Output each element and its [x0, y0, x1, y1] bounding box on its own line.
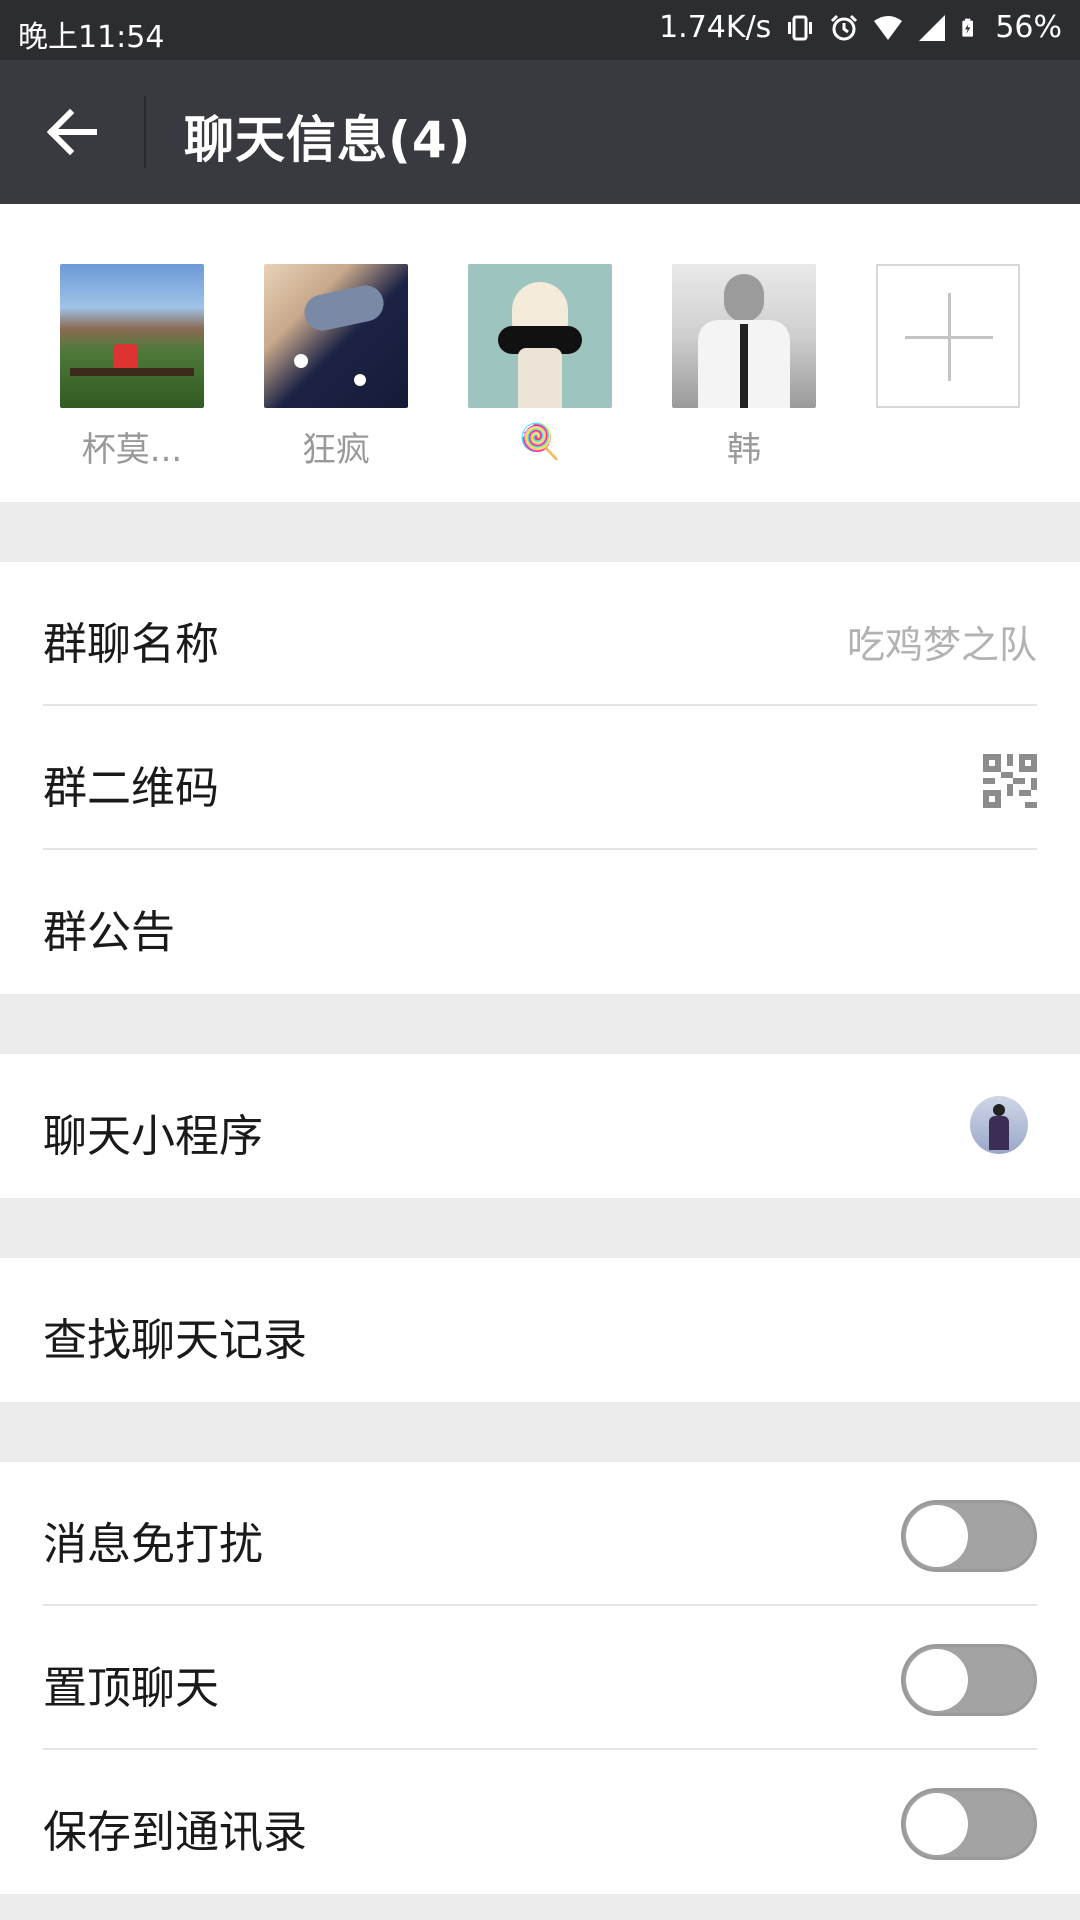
pin-toggle[interactable]: [901, 1644, 1037, 1716]
pin-row: 置顶聊天: [0, 1606, 1080, 1750]
member-item[interactable]: 韩: [672, 264, 816, 471]
toggle-section: 消息免打扰 置顶聊天 保存到通讯录: [0, 1462, 1080, 1894]
toggle-knob: [906, 1649, 968, 1711]
alarm-icon: [831, 14, 858, 40]
avatar: [60, 264, 204, 408]
mini-program-section: 聊天小程序: [0, 1054, 1080, 1198]
mini-program-avatar: [970, 1096, 1028, 1154]
mini-program-label: 聊天小程序: [43, 1111, 263, 1162]
group-name-label: 群聊名称: [43, 619, 219, 670]
search-section: 查找聊天记录: [0, 1258, 1080, 1402]
search-history-label: 查找聊天记录: [43, 1315, 307, 1366]
status-right: 1.74K/s 56%: [659, 10, 1062, 45]
avatar: [468, 264, 612, 408]
avatar: [672, 264, 816, 408]
toggle-knob: [906, 1793, 968, 1855]
member-item[interactable]: 狂疯: [264, 264, 408, 471]
member-name: 狂疯: [302, 430, 370, 470]
mute-label: 消息免打扰: [43, 1519, 263, 1570]
toggle-knob: [906, 1505, 968, 1567]
pin-label: 置顶聊天: [43, 1663, 219, 1714]
battery-percent: 56%: [995, 10, 1062, 45]
status-time: 晚上11:54: [18, 20, 165, 55]
group-qr-row[interactable]: 群二维码: [0, 706, 1080, 850]
status-bar: 晚上11:54 1.74K/s 56%: [0, 0, 1080, 60]
avatar: [264, 264, 408, 408]
save-contacts-row: 保存到通讯录: [0, 1750, 1080, 1894]
header-divider: [144, 96, 146, 168]
add-member-button[interactable]: [876, 264, 1020, 408]
group-name-row[interactable]: 群聊名称 吃鸡梦之队: [0, 562, 1080, 706]
qr-code-icon: [983, 754, 1037, 808]
member-name: 杯莫...: [81, 430, 183, 470]
group-name-value: 吃鸡梦之队: [846, 623, 1037, 667]
member-item[interactable]: 杯莫...: [60, 264, 204, 471]
arrow-left-icon: [46, 108, 97, 156]
battery-icon: [962, 18, 974, 37]
member-item[interactable]: 🍭: [468, 264, 612, 462]
mute-row: 消息免打扰: [0, 1462, 1080, 1606]
group-notice-row[interactable]: 群公告: [0, 850, 1080, 994]
back-button[interactable]: [36, 98, 108, 166]
page-title: 聊天信息(4): [184, 111, 472, 169]
mute-toggle[interactable]: [901, 1500, 1037, 1572]
wifi-icon: [874, 15, 903, 40]
member-name: 🍭: [518, 422, 562, 462]
group-notice-label: 群公告: [43, 907, 175, 958]
mini-program-row[interactable]: 聊天小程序: [0, 1054, 1080, 1198]
group-qr-label: 群二维码: [43, 763, 219, 814]
member-name: 韩: [727, 430, 761, 470]
net-speed: 1.74K/s: [659, 10, 772, 45]
save-contacts-label: 保存到通讯录: [43, 1807, 307, 1858]
group-settings-section: 群聊名称 吃鸡梦之队 群二维码 群公告: [0, 562, 1080, 994]
member-grid: 杯莫... 狂疯 🍭 韩: [0, 204, 1080, 502]
vibrate-icon: [788, 15, 813, 40]
app-bar: 聊天信息(4): [0, 60, 1080, 204]
search-history-row[interactable]: 查找聊天记录: [0, 1258, 1080, 1402]
save-contacts-toggle[interactable]: [901, 1788, 1037, 1860]
signal-icon: [919, 14, 946, 41]
